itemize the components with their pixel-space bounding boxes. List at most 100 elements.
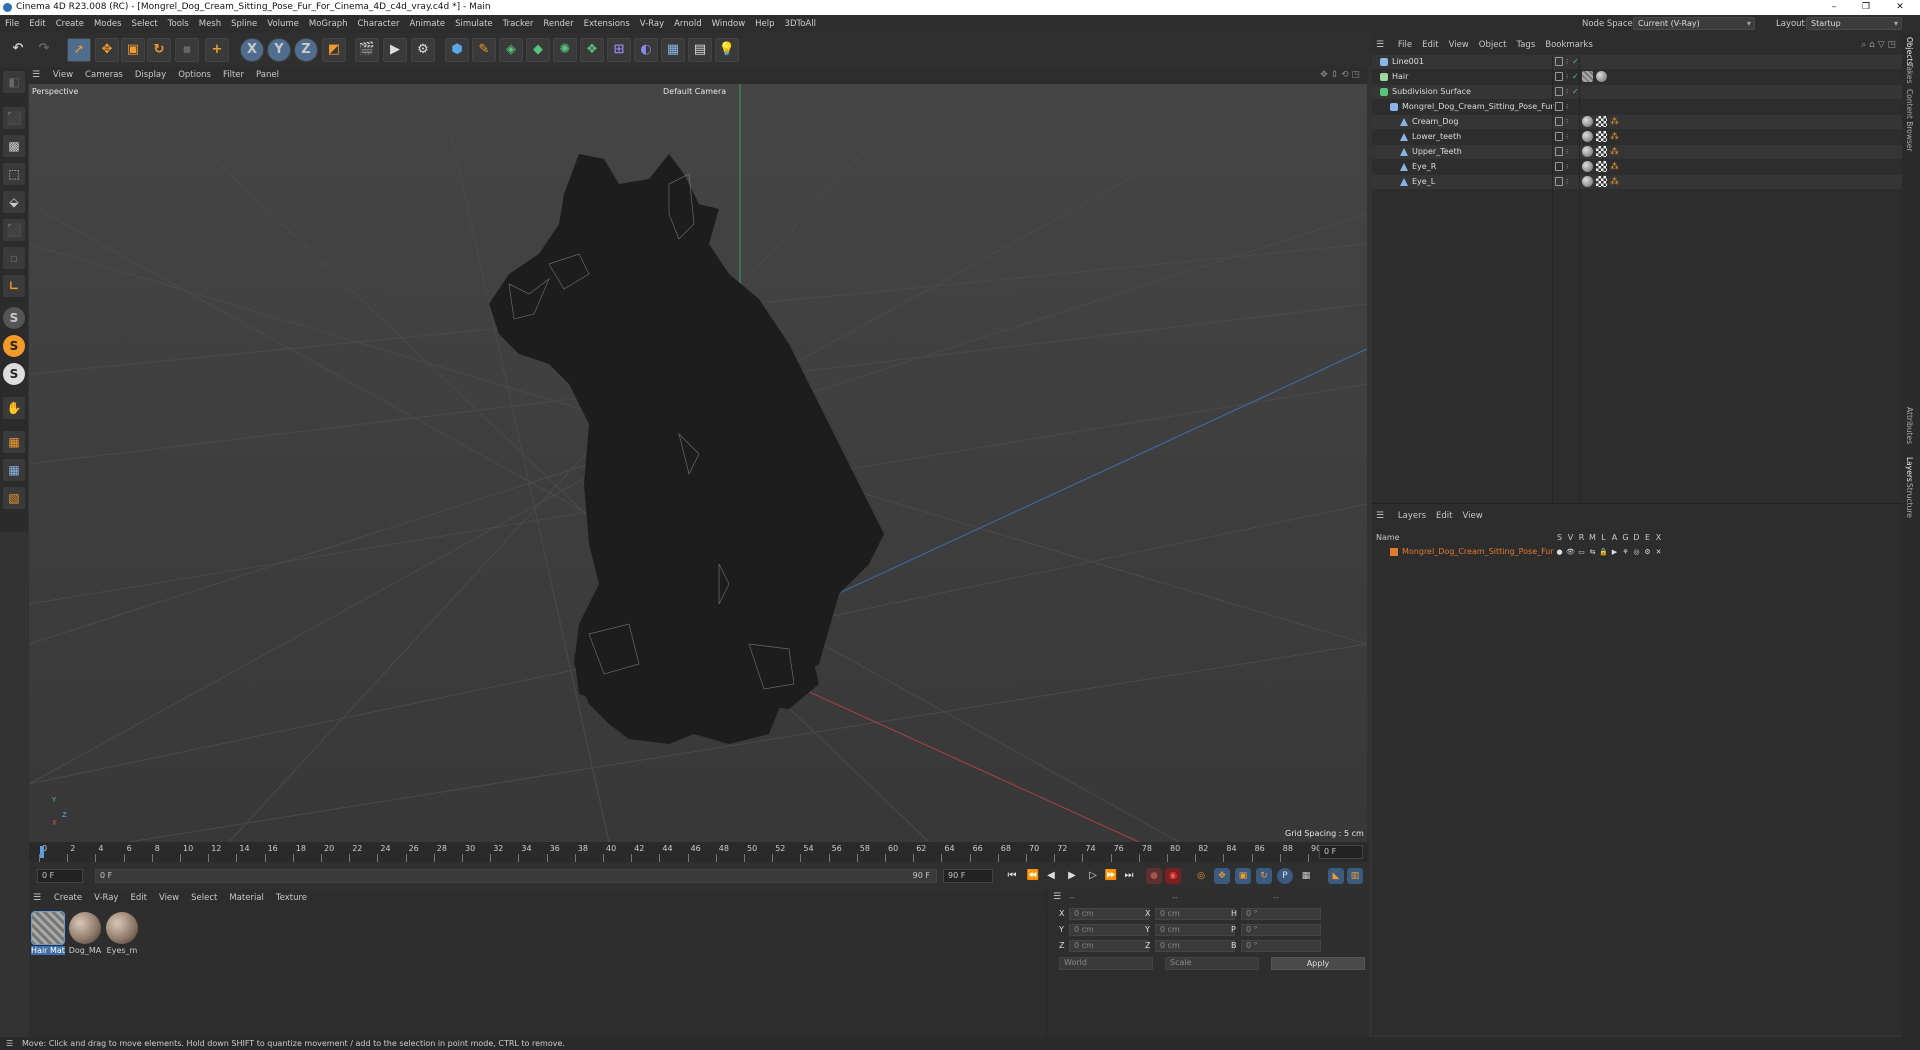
material-tag-icon[interactable] [1582,116,1593,127]
pen-button[interactable]: ✎ [472,38,496,62]
enabled-check-icon[interactable]: ✓ [1572,70,1579,84]
dope-sheet-button[interactable]: ▥ [1347,868,1363,884]
render-settings-button[interactable]: ⚙ [411,38,435,62]
menu-mograph[interactable]: MoGraph [304,15,353,33]
menu-file[interactable]: File [0,15,24,33]
material-menu-select[interactable]: Select [185,890,223,907]
coord-mode-dropdown[interactable]: World [1059,957,1153,970]
field-button[interactable]: ◐ [634,38,658,62]
layer-flag-toggle-icon[interactable]: ▭ [1576,545,1587,559]
material-tag-icon[interactable] [1596,71,1607,82]
menu-render[interactable]: Render [538,15,578,33]
viewport-menu-view[interactable]: View [47,67,79,84]
node-space-dropdown[interactable]: Current (V-Ray) [1633,17,1755,30]
menu-volume[interactable]: Volume [262,15,304,33]
right-tab-content-browser[interactable]: Content Browser [1905,89,1914,152]
texture-tag-icon[interactable] [1596,131,1607,142]
object-menu-edit[interactable]: Edit [1417,38,1443,53]
menu-simulate[interactable]: Simulate [450,15,498,33]
viewport-nav-icons[interactable]: ✥ ⇕ ⟲ ◳ [1320,67,1360,84]
polygons-mode-button[interactable]: ⬛ [3,219,25,241]
texture-tag-icon[interactable] [1596,146,1607,157]
object-row[interactable]: Lower_teeth ⁝ ⁂ [1372,130,1902,144]
object-row[interactable]: Subdivision Surface ⁝ ✓ [1372,85,1902,99]
material-menu-material[interactable]: Material [223,890,270,907]
object-row[interactable]: Line001 ⁝ ✓ [1372,55,1902,69]
coord-scale-dropdown[interactable]: Scale [1165,957,1259,970]
workplane-snap-button[interactable]: S [3,363,25,385]
material-name-label[interactable]: Eyes_m [105,946,139,955]
layer-flag-toggle-icon[interactable]: ● [1554,545,1565,559]
coord-value-field[interactable]: 0 ° [1241,940,1321,952]
layer-flag-toggle-icon[interactable]: ⇆ [1587,545,1598,559]
last-tool-button[interactable]: ▪ [175,38,199,62]
object-row[interactable]: Mongrel_Dog_Cream_Sitting_Pose_Fur ⁝ [1372,100,1902,114]
autokey-button[interactable]: ◉ [1165,868,1181,884]
tweak-mode-button[interactable]: ✋ [3,397,25,419]
next-key-button[interactable]: ⏩ [1103,868,1119,884]
status-hamburger-icon[interactable]: ☰ [6,1037,13,1050]
axis-mode-button[interactable]: ∟ [3,275,25,297]
material-menu-edit[interactable]: Edit [124,890,152,907]
layer-menu-hamburger-icon[interactable]: ☰ [1372,509,1390,524]
right-tab-structure[interactable]: Structure [1905,483,1914,518]
coord-value-field[interactable]: 0 cm [1155,940,1235,952]
layer-name-label[interactable]: Mongrel_Dog_Cream_Sitting_Pose_Fur [1402,545,1554,559]
enabled-check-icon[interactable]: ✓ [1572,55,1579,69]
material-menu-create[interactable]: Create [48,890,88,907]
key-rotation-button[interactable]: ↻ [1256,868,1272,884]
camera-label[interactable]: Default Camera [663,87,726,96]
material-name-label[interactable]: Hair Mat [31,946,65,955]
menu-tools[interactable]: Tools [163,15,194,33]
object-layer-flag[interactable] [1555,57,1563,66]
undo-button[interactable]: ↶ [6,38,30,62]
object-menu-hamburger-icon[interactable]: ☰ [1372,38,1390,53]
texture-tag-icon[interactable] [1596,176,1607,187]
viewport-menu-display[interactable]: Display [129,67,172,84]
layer-flag-toggle-icon[interactable]: ◎ [1631,545,1642,559]
grid-button[interactable]: ▦ [3,459,25,481]
texture-tag-icon[interactable] [1596,116,1607,127]
timeline-ruler[interactable]: 0 2 4 6 8 10 12 14 16 18 20 22 24 26 28 30 32 34 36 38 40 42 4… [29,842,1369,862]
material-name-label[interactable]: Dog_MA [68,946,102,955]
hair-material-tag-icon[interactable] [1582,71,1593,82]
model-mode-button[interactable]: ⬛ [3,107,25,129]
object-menu-bookmarks[interactable]: Bookmarks [1540,38,1598,53]
rotate-tool-button[interactable]: ↻ [147,38,171,62]
material-swatch[interactable] [31,911,65,945]
vray-tag-icon[interactable]: ⁂ [1610,160,1619,174]
subdivision-button[interactable]: ◈ [499,38,523,62]
menu-arnold[interactable]: Arnold [669,15,707,33]
menu-modes[interactable]: Modes [89,15,127,33]
go-to-start-button[interactable]: ⏮ [1004,868,1020,884]
apply-button[interactable]: Apply [1271,957,1365,970]
locked-workplane-button[interactable]: ▧ [3,487,25,509]
object-layer-flag[interactable] [1555,117,1563,126]
object-layer-flag[interactable] [1555,102,1563,111]
object-layer-flag[interactable] [1555,87,1563,96]
menu-3dtoall[interactable]: 3DToAll [780,15,821,33]
start-frame-field[interactable]: 0 F [37,869,83,883]
menu-help[interactable]: Help [750,15,779,33]
camera-button[interactable]: ▤ [688,38,712,62]
coord-value-field[interactable]: 0 cm [1155,908,1235,920]
go-to-end-button[interactable]: ⏭ [1121,868,1137,884]
coord-value-field[interactable]: 0 cm [1069,908,1149,920]
texture-tag-icon[interactable] [1596,161,1607,172]
close-button[interactable]: ✕ [1886,0,1914,15]
object-menu-tags[interactable]: Tags [1511,38,1540,53]
viewport-menu-filter[interactable]: Filter [217,67,250,84]
coordinates-hamburger-icon[interactable]: ☰ [1053,892,1061,902]
record-button[interactable]: ● [1146,868,1162,884]
viewport-menu-options[interactable]: Options [172,67,217,84]
key-pla-button[interactable]: ▦ [1298,868,1314,884]
visibility-dots-icon[interactable]: ⁝ [1566,70,1568,84]
layer-flag-toggle-icon[interactable]: ✕ [1653,545,1664,559]
layer-color-swatch[interactable] [1390,548,1398,556]
viewport-menu-cameras[interactable]: Cameras [79,67,129,84]
material-menu-texture[interactable]: Texture [270,890,313,907]
object-menu-view[interactable]: View [1444,38,1474,53]
prev-key-button[interactable]: ⏪ [1025,868,1041,884]
axis-x-button[interactable]: X [240,38,264,62]
menu-spline[interactable]: Spline [226,15,262,33]
